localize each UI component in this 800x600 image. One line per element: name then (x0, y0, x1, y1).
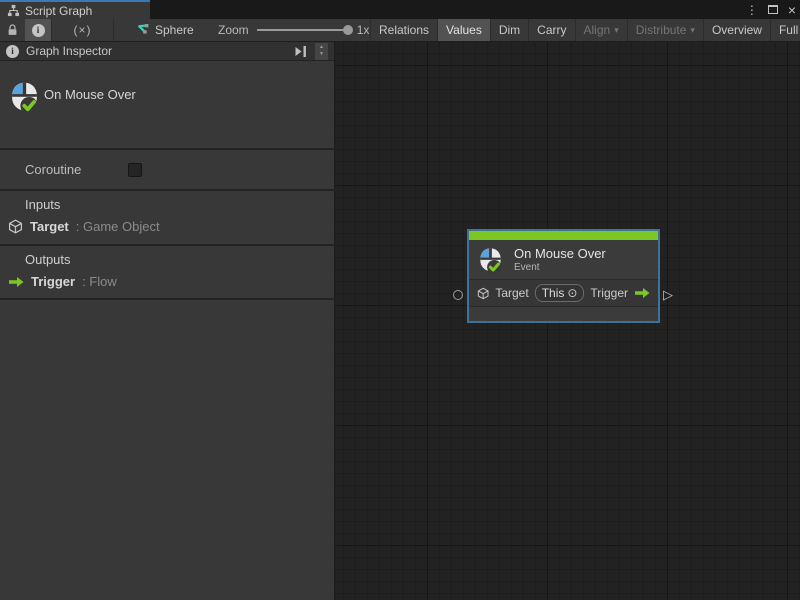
zoom-slider[interactable] (257, 29, 349, 31)
tab-title: Script Graph (25, 4, 92, 18)
window-controls: ⋮ × (746, 0, 796, 19)
trigger-port: Trigger (590, 286, 650, 300)
chevron-down-icon: ▾ (614, 25, 619, 36)
window-menu-icon[interactable]: ⋮ (746, 4, 758, 16)
zoom-label: Zoom (218, 23, 249, 37)
output-port-type: : Flow (82, 274, 117, 289)
distribute-dropdown-button: Distribute ▾ (627, 19, 703, 41)
inputs-title: Inputs (25, 197, 60, 212)
this-value-chip[interactable]: This ⊙ (535, 284, 585, 302)
node-title: On Mouse Over (514, 246, 606, 261)
outputs-section: Outputs Trigger : Flow (0, 246, 335, 298)
flow-arrow-icon[interactable] (634, 287, 650, 299)
distribute-label: Distribute (636, 23, 687, 37)
variables-icon: (×) (74, 23, 92, 37)
object-picker-icon[interactable]: ⊙ (567, 286, 577, 300)
carry-button[interactable]: Carry (528, 19, 574, 41)
divider (0, 298, 335, 300)
panel-scroll-spinner[interactable]: ▲ ▼ (315, 43, 328, 60)
close-icon[interactable]: × (788, 3, 796, 17)
script-graph-asset-icon (136, 23, 150, 37)
on-mouse-over-icon (8, 81, 41, 113)
graph-owner-label: Sphere (155, 23, 194, 37)
node-port-row: Target This ⊙ Trigger (469, 280, 658, 307)
zoom-control: Zoom 1x (218, 19, 369, 41)
node-footer (469, 307, 658, 319)
carry-label: Carry (537, 23, 566, 37)
info-icon: i (32, 24, 45, 37)
cube-icon (8, 219, 23, 234)
event-title-block: On Mouse Over (0, 61, 335, 148)
coroutine-label: Coroutine (25, 162, 81, 177)
overview-label: Overview (712, 23, 762, 37)
zoom-value: 1x (357, 23, 370, 37)
node-subtitle: Event (514, 262, 606, 273)
script-graph-tab-icon (7, 4, 20, 17)
input-port-name: Target (30, 219, 69, 234)
overview-button[interactable]: Overview (703, 19, 770, 41)
node-color-bar (469, 231, 658, 240)
cube-icon[interactable] (477, 286, 489, 301)
target-port-label: Target (495, 286, 528, 300)
input-port-row: Target : Game Object (8, 219, 160, 234)
zoom-slider-handle[interactable] (343, 25, 353, 35)
relations-button[interactable]: Relations (370, 19, 437, 41)
dim-button[interactable]: Dim (490, 19, 528, 41)
dock-panel-icon[interactable] (294, 45, 308, 58)
event-title: On Mouse Over (44, 87, 136, 102)
graph-inspector-toggle-button[interactable]: i (25, 19, 52, 41)
coroutine-row: Coroutine (0, 150, 335, 189)
graph-inspector-header: i Graph Inspector ▲ ▼ (0, 42, 334, 61)
relations-label: Relations (379, 23, 429, 37)
maximize-icon[interactable] (768, 5, 778, 14)
scroll-up-icon[interactable]: ▲ (319, 44, 324, 51)
full-screen-button[interactable]: Full Screen (770, 19, 800, 41)
full-screen-label: Full Screen (779, 23, 800, 37)
flow-arrow-icon (8, 276, 24, 288)
node-input-connector[interactable] (453, 290, 463, 300)
trigger-port-label: Trigger (590, 286, 628, 300)
output-port-row: Trigger : Flow (8, 274, 117, 289)
align-label: Align (584, 23, 611, 37)
dim-label: Dim (499, 23, 520, 37)
toolbar-toggle-group: Relations Values Dim Carry Align ▾ Distr… (370, 19, 800, 41)
on-mouse-over-node[interactable]: On Mouse Over Event Target This ⊙ Trigge… (468, 230, 659, 322)
on-mouse-over-icon (477, 247, 504, 273)
lock-button[interactable] (0, 19, 25, 41)
coroutine-checkbox[interactable] (128, 163, 142, 177)
chevron-down-icon: ▾ (690, 25, 695, 36)
align-dropdown-button: Align ▾ (575, 19, 627, 41)
input-port-type: : Game Object (76, 219, 160, 234)
graph-toolbar: i (×) Sphere Zoom 1x Relations Values Di… (0, 19, 800, 42)
lock-icon (6, 23, 19, 37)
graph-inspector-title: Graph Inspector (26, 44, 112, 58)
info-icon: i (6, 45, 19, 58)
values-label: Values (446, 23, 482, 37)
tab-script-graph[interactable]: Script Graph (0, 0, 150, 19)
outputs-title: Outputs (25, 252, 71, 267)
window-tab-bar: Script Graph ⋮ × (0, 0, 800, 19)
values-button[interactable]: Values (437, 19, 490, 41)
node-output-connector-icon[interactable]: ▷ (663, 287, 673, 303)
graph-owner-chip[interactable]: Sphere (136, 19, 194, 41)
this-value: This (542, 286, 565, 300)
scroll-down-icon[interactable]: ▼ (319, 51, 324, 58)
variables-toggle-button[interactable]: (×) (52, 19, 114, 41)
inputs-section: Inputs Target : Game Object (0, 191, 335, 244)
graph-inspector-panel: i Graph Inspector ▲ ▼ On Mouse Over Coro… (0, 42, 335, 600)
node-header[interactable]: On Mouse Over Event (469, 240, 658, 280)
output-port-name: Trigger (31, 274, 75, 289)
